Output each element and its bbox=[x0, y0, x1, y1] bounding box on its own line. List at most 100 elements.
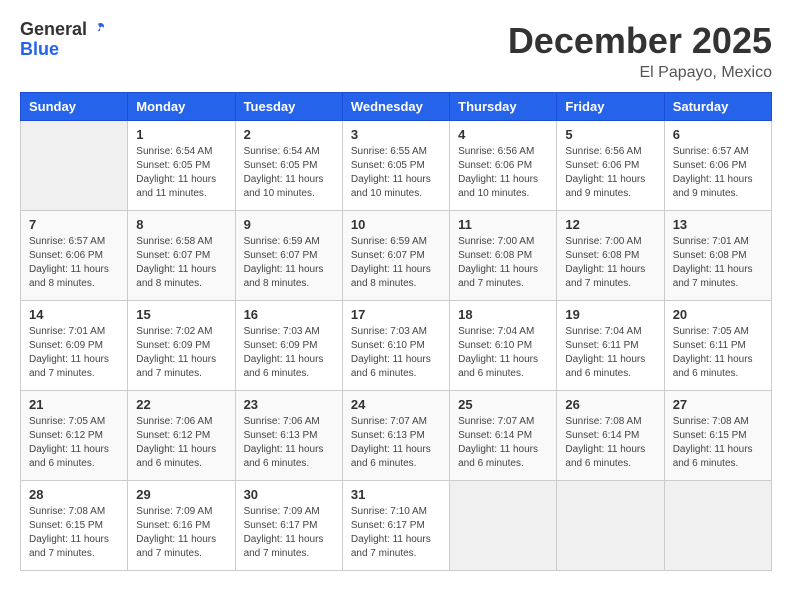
calendar-cell: 12Sunrise: 7:00 AM Sunset: 6:08 PM Dayli… bbox=[557, 211, 664, 301]
calendar-cell: 31Sunrise: 7:10 AM Sunset: 6:17 PM Dayli… bbox=[342, 481, 449, 571]
calendar-cell: 15 Sunrise: 7:02 AM Sunset: 6:09 PM Dayli… bbox=[128, 301, 235, 391]
day-number: 6 bbox=[673, 127, 763, 142]
day-info: Sunrise: 7:09 AM Sunset: 6:16 PM Dayligh… bbox=[136, 505, 226, 561]
day-number: 30 bbox=[244, 487, 334, 502]
calendar-cell bbox=[21, 121, 128, 211]
day-number: 24 bbox=[351, 397, 441, 412]
calendar-cell: 8 Sunrise: 6:58 AM Sunset: 6:07 PM Daylig… bbox=[128, 211, 235, 301]
day-number: 2 bbox=[244, 127, 334, 142]
weekday-header-monday: Monday bbox=[128, 93, 235, 121]
calendar-cell: 11 Sunrise: 7:00 AM Sunset: 6:08 PM Dayli… bbox=[450, 211, 557, 301]
calendar-cell: 19 Sunrise: 7:04 AM Sunset: 6:11 PM Dayli… bbox=[557, 301, 664, 391]
day-info: Sunrise: 7:06 AM Sunset: 6:12 PM Dayligh… bbox=[136, 415, 226, 471]
logo: General Blue bbox=[20, 20, 107, 60]
weekday-header-row: SundayMondayTuesdayWednesdayThursdayFrid… bbox=[21, 93, 772, 121]
day-number: 10 bbox=[351, 217, 441, 232]
calendar-cell: 25Sunrise: 7:07 AM Sunset: 6:14 PM Dayli… bbox=[450, 391, 557, 481]
calendar-week-row: 1 Sunrise: 6:54 AM Sunset: 6:05 PM Daylig… bbox=[21, 121, 772, 211]
day-info: Sunrise: 7:04 AM Sunset: 6:10 PM Dayligh… bbox=[458, 325, 548, 381]
day-number: 21 bbox=[29, 397, 119, 412]
day-info: Sunrise: 7:08 AM Sunset: 6:15 PM Dayligh… bbox=[673, 415, 763, 471]
day-info: Sunrise: 7:08 AM Sunset: 6:14 PM Dayligh… bbox=[565, 415, 655, 471]
weekday-header-tuesday: Tuesday bbox=[235, 93, 342, 121]
calendar-week-row: 28Sunrise: 7:08 AM Sunset: 6:15 PM Dayli… bbox=[21, 481, 772, 571]
calendar-cell bbox=[557, 481, 664, 571]
calendar-cell: 3 Sunrise: 6:55 AM Sunset: 6:05 PM Daylig… bbox=[342, 121, 449, 211]
calendar-cell: 17 Sunrise: 7:03 AM Sunset: 6:10 PM Dayli… bbox=[342, 301, 449, 391]
page-header: General Blue December 2025 El Papayo, Me… bbox=[20, 20, 772, 82]
calendar-week-row: 7 Sunrise: 6:57 AM Sunset: 6:06 PM Daylig… bbox=[21, 211, 772, 301]
weekday-header-sunday: Sunday bbox=[21, 93, 128, 121]
day-number: 27 bbox=[673, 397, 763, 412]
day-info: Sunrise: 6:54 AM Sunset: 6:05 PM Dayligh… bbox=[136, 145, 226, 201]
month-year-title: December 2025 bbox=[508, 20, 772, 62]
day-number: 3 bbox=[351, 127, 441, 142]
day-number: 22 bbox=[136, 397, 226, 412]
day-info: Sunrise: 6:58 AM Sunset: 6:07 PM Dayligh… bbox=[136, 235, 226, 291]
calendar-cell: 22 Sunrise: 7:06 AM Sunset: 6:12 PM Dayli… bbox=[128, 391, 235, 481]
day-number: 17 bbox=[351, 307, 441, 322]
calendar-cell: 24 Sunrise: 7:07 AM Sunset: 6:13 PM Dayli… bbox=[342, 391, 449, 481]
day-number: 19 bbox=[565, 307, 655, 322]
logo-general-text: General bbox=[20, 20, 87, 40]
calendar-cell: 14 Sunrise: 7:01 AM Sunset: 6:09 PM Dayli… bbox=[21, 301, 128, 391]
day-number: 13 bbox=[673, 217, 763, 232]
day-number: 18 bbox=[458, 307, 548, 322]
day-info: Sunrise: 7:07 AM Sunset: 6:13 PM Dayligh… bbox=[351, 415, 441, 471]
calendar-cell: 5Sunrise: 6:56 AM Sunset: 6:06 PM Daylig… bbox=[557, 121, 664, 211]
day-info: Sunrise: 7:02 AM Sunset: 6:09 PM Dayligh… bbox=[136, 325, 226, 381]
day-info: Sunrise: 6:55 AM Sunset: 6:05 PM Dayligh… bbox=[351, 145, 441, 201]
day-info: Sunrise: 7:00 AM Sunset: 6:08 PM Dayligh… bbox=[458, 235, 548, 291]
calendar-cell: 6 Sunrise: 6:57 AM Sunset: 6:06 PM Daylig… bbox=[664, 121, 771, 211]
day-info: Sunrise: 7:09 AM Sunset: 6:17 PM Dayligh… bbox=[244, 505, 334, 561]
day-number: 16 bbox=[244, 307, 334, 322]
day-info: Sunrise: 7:05 AM Sunset: 6:12 PM Dayligh… bbox=[29, 415, 119, 471]
day-number: 9 bbox=[244, 217, 334, 232]
calendar-cell: 28Sunrise: 7:08 AM Sunset: 6:15 PM Dayli… bbox=[21, 481, 128, 571]
calendar-cell: 29 Sunrise: 7:09 AM Sunset: 6:16 PM Dayli… bbox=[128, 481, 235, 571]
day-info: Sunrise: 7:03 AM Sunset: 6:10 PM Dayligh… bbox=[351, 325, 441, 381]
weekday-header-thursday: Thursday bbox=[450, 93, 557, 121]
calendar-cell: 30 Sunrise: 7:09 AM Sunset: 6:17 PM Dayli… bbox=[235, 481, 342, 571]
day-info: Sunrise: 7:05 AM Sunset: 6:11 PM Dayligh… bbox=[673, 325, 763, 381]
day-number: 5 bbox=[565, 127, 655, 142]
calendar-cell bbox=[450, 481, 557, 571]
day-number: 8 bbox=[136, 217, 226, 232]
day-number: 1 bbox=[136, 127, 226, 142]
day-info: Sunrise: 7:01 AM Sunset: 6:09 PM Dayligh… bbox=[29, 325, 119, 381]
day-number: 4 bbox=[458, 127, 548, 142]
calendar-cell: 2 Sunrise: 6:54 AM Sunset: 6:05 PM Daylig… bbox=[235, 121, 342, 211]
calendar-cell: 4 Sunrise: 6:56 AM Sunset: 6:06 PM Daylig… bbox=[450, 121, 557, 211]
day-number: 26 bbox=[565, 397, 655, 412]
day-number: 23 bbox=[244, 397, 334, 412]
calendar-cell: 20 Sunrise: 7:05 AM Sunset: 6:11 PM Dayli… bbox=[664, 301, 771, 391]
day-info: Sunrise: 6:57 AM Sunset: 6:06 PM Dayligh… bbox=[673, 145, 763, 201]
day-info: Sunrise: 6:56 AM Sunset: 6:06 PM Dayligh… bbox=[458, 145, 548, 201]
day-info: Sunrise: 7:04 AM Sunset: 6:11 PM Dayligh… bbox=[565, 325, 655, 381]
day-number: 20 bbox=[673, 307, 763, 322]
day-number: 14 bbox=[29, 307, 119, 322]
day-number: 15 bbox=[136, 307, 226, 322]
day-info: Sunrise: 6:57 AM Sunset: 6:06 PM Dayligh… bbox=[29, 235, 119, 291]
day-number: 28 bbox=[29, 487, 119, 502]
day-info: Sunrise: 7:07 AM Sunset: 6:14 PM Dayligh… bbox=[458, 415, 548, 471]
calendar-cell: 27 Sunrise: 7:08 AM Sunset: 6:15 PM Dayli… bbox=[664, 391, 771, 481]
day-info: Sunrise: 6:59 AM Sunset: 6:07 PM Dayligh… bbox=[244, 235, 334, 291]
logo-bird-icon bbox=[89, 21, 107, 39]
day-info: Sunrise: 7:01 AM Sunset: 6:08 PM Dayligh… bbox=[673, 235, 763, 291]
day-number: 31 bbox=[351, 487, 441, 502]
day-info: Sunrise: 7:00 AM Sunset: 6:08 PM Dayligh… bbox=[565, 235, 655, 291]
day-number: 7 bbox=[29, 217, 119, 232]
day-info: Sunrise: 6:54 AM Sunset: 6:05 PM Dayligh… bbox=[244, 145, 334, 201]
calendar-cell: 1 Sunrise: 6:54 AM Sunset: 6:05 PM Daylig… bbox=[128, 121, 235, 211]
calendar-cell: 26 Sunrise: 7:08 AM Sunset: 6:14 PM Dayli… bbox=[557, 391, 664, 481]
day-number: 11 bbox=[458, 217, 548, 232]
calendar-week-row: 14 Sunrise: 7:01 AM Sunset: 6:09 PM Dayli… bbox=[21, 301, 772, 391]
calendar-week-row: 21 Sunrise: 7:05 AM Sunset: 6:12 PM Dayli… bbox=[21, 391, 772, 481]
calendar-cell: 18 Sunrise: 7:04 AM Sunset: 6:10 PM Dayli… bbox=[450, 301, 557, 391]
logo-blue-text: Blue bbox=[20, 40, 107, 60]
calendar-cell: 13 Sunrise: 7:01 AM Sunset: 6:08 PM Dayli… bbox=[664, 211, 771, 301]
calendar-cell: 21 Sunrise: 7:05 AM Sunset: 6:12 PM Dayli… bbox=[21, 391, 128, 481]
day-info: Sunrise: 6:59 AM Sunset: 6:07 PM Dayligh… bbox=[351, 235, 441, 291]
day-number: 29 bbox=[136, 487, 226, 502]
